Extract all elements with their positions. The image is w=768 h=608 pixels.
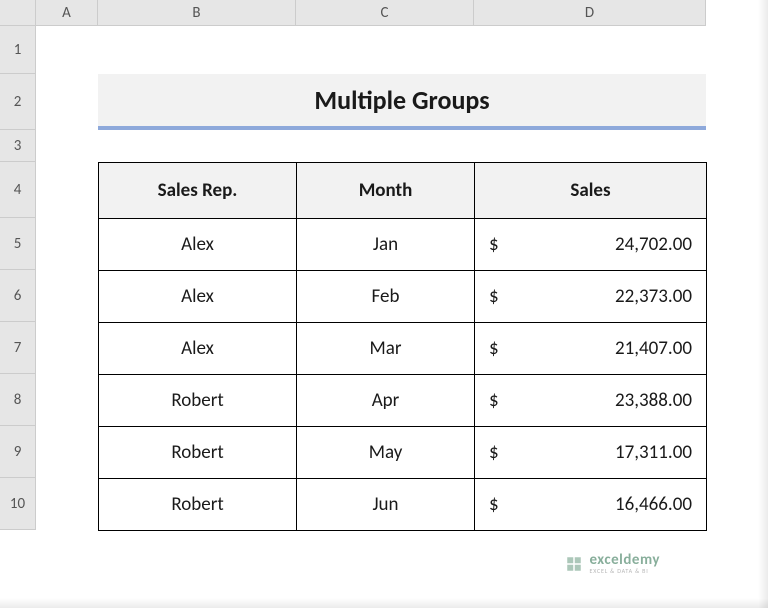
watermark: exceldemy EXCEL & DATA & BI xyxy=(565,553,660,574)
row-headers: 1 2 3 4 5 6 7 8 9 10 xyxy=(0,26,36,530)
sales-amount: 24,702.00 xyxy=(615,233,692,256)
sales-amount: 22,373.00 xyxy=(615,285,692,308)
col-header-d[interactable]: D xyxy=(474,0,706,26)
row-header-10[interactable]: 10 xyxy=(0,478,36,530)
currency-label: $ xyxy=(489,233,499,256)
header-sales[interactable]: Sales xyxy=(475,163,707,219)
row-header-5[interactable]: 5 xyxy=(0,218,36,270)
page-title: Multiple Groups xyxy=(98,74,706,130)
table-row: Alex Mar $21,407.00 xyxy=(99,323,707,375)
cell-month[interactable]: Apr xyxy=(297,375,475,427)
currency-label: $ xyxy=(489,493,499,516)
col-header-b[interactable]: B xyxy=(98,0,296,26)
cell-sales[interactable]: $23,388.00 xyxy=(475,375,707,427)
select-all-corner[interactable] xyxy=(0,0,36,26)
table-row: Robert Apr $23,388.00 xyxy=(99,375,707,427)
spreadsheet: A B C D 1 2 3 4 5 6 7 8 9 10 Multiple Gr… xyxy=(0,0,768,608)
column-headers: A B C D xyxy=(36,0,706,26)
sales-table: Sales Rep. Month Sales Alex Jan $24,702.… xyxy=(98,162,707,531)
currency-label: $ xyxy=(489,337,499,360)
cell-rep[interactable]: Alex xyxy=(99,271,297,323)
cell-sales[interactable]: $22,373.00 xyxy=(475,271,707,323)
cell-sales[interactable]: $24,702.00 xyxy=(475,219,707,271)
cell-rep[interactable]: Robert xyxy=(99,479,297,531)
table-row: Alex Jan $24,702.00 xyxy=(99,219,707,271)
sales-amount: 16,466.00 xyxy=(615,493,692,516)
sales-amount: 17,311.00 xyxy=(615,441,692,464)
cell-month[interactable]: May xyxy=(297,427,475,479)
watermark-sub: EXCEL & DATA & BI xyxy=(589,568,660,574)
cell-rep[interactable]: Robert xyxy=(99,375,297,427)
watermark-main: exceldemy xyxy=(589,553,660,568)
cell-sales[interactable]: $21,407.00 xyxy=(475,323,707,375)
cell-rep[interactable]: Alex xyxy=(99,219,297,271)
col-header-a[interactable]: A xyxy=(36,0,98,26)
table-row: Robert Jun $16,466.00 xyxy=(99,479,707,531)
cell-month[interactable]: Jun xyxy=(297,479,475,531)
row-header-6[interactable]: 6 xyxy=(0,270,36,322)
cell-month[interactable]: Feb xyxy=(297,271,475,323)
logo-icon xyxy=(565,555,583,573)
row-header-2[interactable]: 2 xyxy=(0,74,36,130)
row-header-3[interactable]: 3 xyxy=(0,130,36,162)
cell-sales[interactable]: $16,466.00 xyxy=(475,479,707,531)
row-header-7[interactable]: 7 xyxy=(0,322,36,374)
grid-area[interactable]: Multiple Groups Sales Rep. Month Sales A… xyxy=(36,26,768,608)
currency-label: $ xyxy=(489,285,499,308)
header-sales-rep[interactable]: Sales Rep. xyxy=(99,163,297,219)
cell-sales[interactable]: $17,311.00 xyxy=(475,427,707,479)
cell-rep[interactable]: Robert xyxy=(99,427,297,479)
col-header-c[interactable]: C xyxy=(296,0,474,26)
row-header-4[interactable]: 4 xyxy=(0,162,36,218)
row-header-9[interactable]: 9 xyxy=(0,426,36,478)
cell-month[interactable]: Jan xyxy=(297,219,475,271)
currency-label: $ xyxy=(489,441,499,464)
table-row: Robert May $17,311.00 xyxy=(99,427,707,479)
sales-amount: 21,407.00 xyxy=(615,337,692,360)
row-header-1[interactable]: 1 xyxy=(0,26,36,74)
header-month[interactable]: Month xyxy=(297,163,475,219)
table-row: Alex Feb $22,373.00 xyxy=(99,271,707,323)
table-header-row: Sales Rep. Month Sales xyxy=(99,163,707,219)
currency-label: $ xyxy=(489,389,499,412)
sales-amount: 23,388.00 xyxy=(615,389,692,412)
cell-rep[interactable]: Alex xyxy=(99,323,297,375)
cell-month[interactable]: Mar xyxy=(297,323,475,375)
row-header-8[interactable]: 8 xyxy=(0,374,36,426)
